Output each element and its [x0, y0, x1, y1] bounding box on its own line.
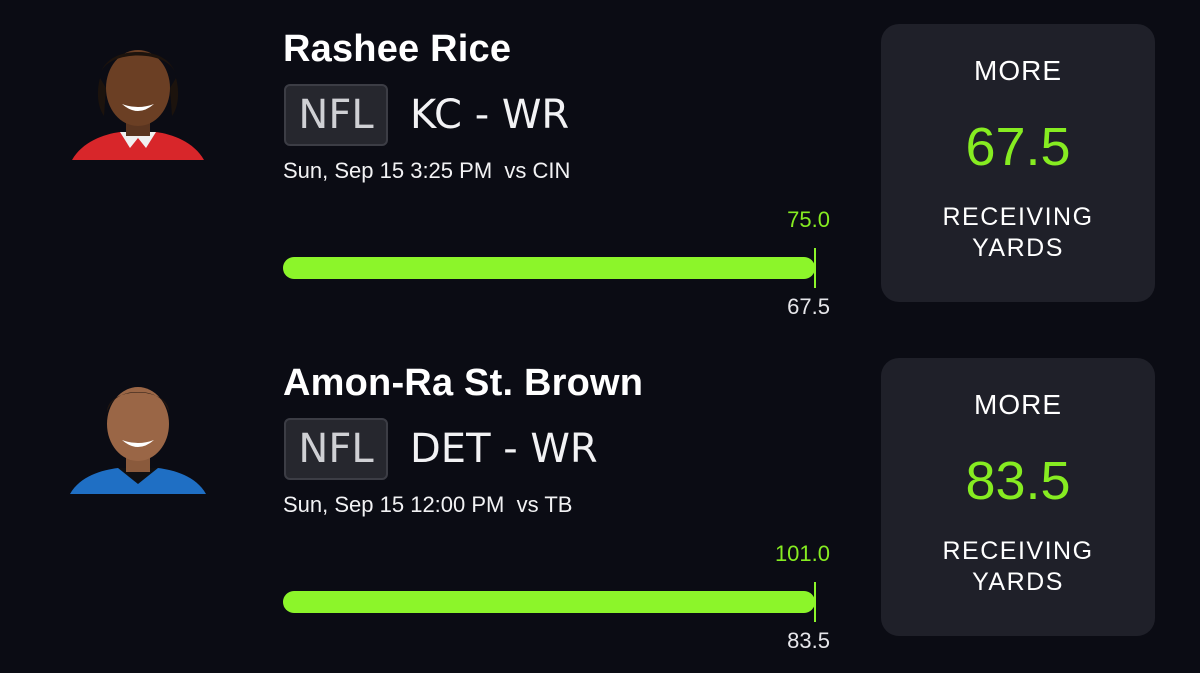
progress-line-label: 83.5	[787, 628, 830, 653]
projection-progress-bar: 101.0 83.5	[283, 539, 833, 659]
projection-progress-bar: 75.0 67.5	[283, 205, 833, 325]
stat-type-line-1: RECEIVING	[942, 203, 1094, 231]
player-name: Amon-Ra St. Brown	[283, 362, 644, 404]
stat-type-label: RECEIVING YARDS	[881, 536, 1155, 598]
progress-track	[283, 591, 815, 613]
line-value: 67.5	[965, 117, 1071, 177]
league-badge: NFL	[284, 418, 388, 480]
team-position: DET - WR	[410, 426, 598, 472]
progress-line-label: 67.5	[787, 294, 830, 319]
pick-row-rashee-rice[interactable]: Rashee Rice NFL KC - WR Sun, Sep 15 3:25…	[0, 0, 1200, 334]
player-headshot-rashee-rice	[70, 38, 206, 160]
line-value: 83.5	[965, 451, 1071, 511]
more-pick-card[interactable]: MORE 83.5 RECEIVING YARDS	[881, 358, 1155, 636]
player-headshot-amon-ra-st-brown	[70, 372, 206, 494]
stat-type-line-1: RECEIVING	[942, 537, 1094, 565]
progress-line-marker	[814, 248, 816, 288]
progress-line-marker	[814, 582, 816, 622]
progress-track	[283, 257, 815, 279]
pick-direction-label: MORE	[974, 389, 1062, 420]
stat-type-label: RECEIVING YARDS	[881, 202, 1155, 264]
game-info: Sun, Sep 15 3:25 PM vs CIN	[283, 158, 571, 183]
progress-fill	[283, 257, 815, 279]
pick-direction-label: MORE	[974, 55, 1062, 86]
progress-fill	[283, 591, 815, 613]
more-pick-card[interactable]: MORE 67.5 RECEIVING YARDS	[881, 24, 1155, 302]
progress-high-label: 101.0	[774, 541, 830, 566]
pick-row-amon-ra-st-brown[interactable]: Amon-Ra St. Brown NFL DET - WR Sun, Sep …	[0, 334, 1200, 668]
player-name: Rashee Rice	[283, 28, 512, 70]
stat-type-line-2: YARDS	[972, 234, 1064, 262]
game-info: Sun, Sep 15 12:00 PM vs TB	[283, 492, 573, 517]
league-badge: NFL	[284, 84, 388, 146]
progress-high-label: 75.0	[787, 207, 830, 232]
stat-type-line-2: YARDS	[972, 568, 1064, 596]
team-position: KC - WR	[410, 92, 570, 138]
